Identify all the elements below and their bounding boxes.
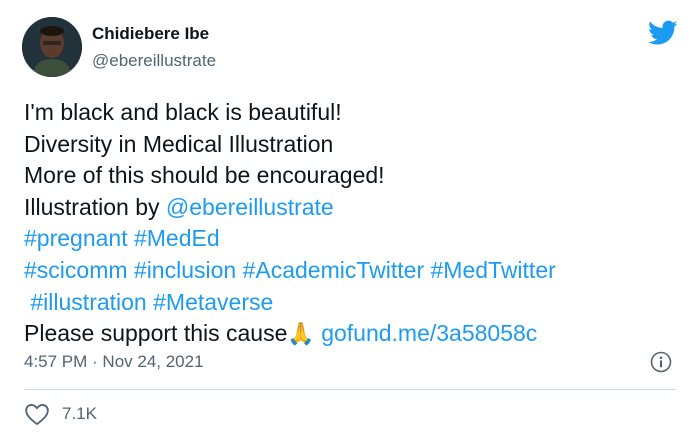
info-icon[interactable] — [650, 351, 672, 373]
hashtag-link[interactable]: #Metaverse — [153, 289, 273, 315]
hashtag-link[interactable]: #AcademicTwitter — [243, 257, 425, 283]
tweet-line: More of this should be encouraged! — [24, 162, 385, 189]
tweet-timestamp[interactable]: 4:57 PM · Nov 24, 2021 — [24, 352, 204, 372]
like-action[interactable]: 7.1K — [24, 402, 97, 426]
hashtag-link[interactable]: #MedTwitter — [431, 257, 556, 283]
tweet-text: I'm black and black is beautiful! Divers… — [24, 97, 684, 350]
hashtag-link[interactable]: #illustration — [30, 289, 146, 315]
like-count: 7.1K — [62, 404, 97, 423]
tweet-card: Chidiebere Ibe @ebereillustrate I'm blac… — [0, 0, 700, 439]
tweet-line: Illustration by — [24, 193, 166, 220]
tweet-line: Diversity in Medical Illustration — [24, 130, 334, 157]
hashtag-link[interactable]: #MedEd — [134, 225, 220, 251]
mention-link[interactable]: @ebereillustrate — [166, 194, 334, 220]
author-handle[interactable]: @ebereillustrate — [92, 51, 216, 71]
tweet-line: I'm black and black is beautiful! — [24, 99, 342, 125]
divider — [24, 389, 676, 390]
folded-hands-icon: 🙏 — [287, 321, 315, 347]
hashtag-link[interactable]: #inclusion — [134, 257, 236, 283]
twitter-bird-icon[interactable] — [648, 20, 678, 46]
hashtag-link[interactable]: #pregnant — [24, 225, 128, 251]
avatar[interactable] — [22, 17, 82, 77]
gofund-link[interactable]: gofund.me/3a58058c — [321, 320, 537, 346]
heart-icon[interactable] — [24, 402, 50, 426]
hashtag-link[interactable]: #scicomm — [24, 257, 128, 283]
author-name[interactable]: Chidiebere Ibe — [92, 24, 209, 44]
tweet-line: Please support this cause — [24, 320, 288, 347]
